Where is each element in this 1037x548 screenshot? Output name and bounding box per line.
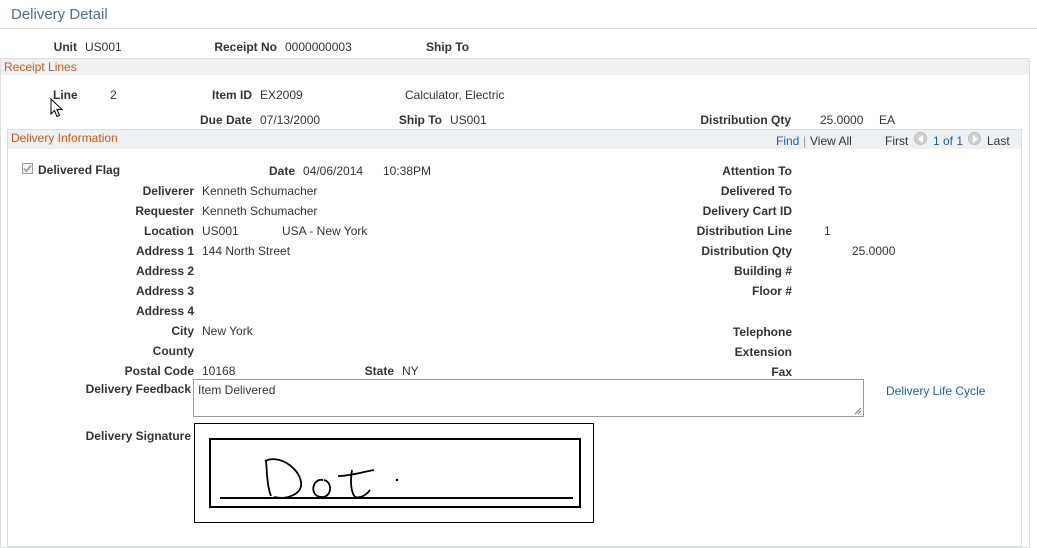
line-value: 2 [110, 88, 117, 102]
address2-label: Address 2 [135, 264, 194, 278]
address4-label: Address 4 [135, 304, 194, 318]
delivery-feedback-label: Delivery Feedback [85, 382, 191, 396]
delivered-flag-checkbox[interactable] [22, 163, 33, 174]
telephone-label: Telephone [732, 325, 792, 339]
delivery-info-header: Delivery Information [8, 130, 1021, 149]
title-divider [0, 28, 1037, 29]
ship-to-label: Ship To [426, 40, 470, 54]
item-id-value: EX2009 [260, 88, 303, 102]
first-link[interactable]: First [885, 134, 908, 148]
receipt-no-value: 0000000003 [285, 40, 352, 54]
postal-code-label: Postal Code [124, 364, 194, 378]
uom-value: EA [879, 113, 896, 127]
checkmark-icon [23, 164, 32, 173]
date-label: Date [268, 164, 295, 178]
delivery-cart-id-label: Delivery Cart ID [702, 204, 792, 218]
previous-arrow-icon[interactable] [914, 132, 927, 145]
last-link[interactable]: Last [987, 134, 1010, 148]
county-label: County [152, 344, 194, 358]
receipt-no-label: Receipt No [214, 40, 277, 54]
deliverer-value: Kenneth Schumacher [202, 184, 318, 198]
location-description: USA - New York [282, 224, 368, 238]
city-value: New York [202, 324, 253, 338]
page-title: Delivery Detail [11, 6, 108, 23]
state-label: State [364, 364, 394, 378]
due-date-label: Due Date [199, 113, 252, 127]
unit-value: US001 [85, 40, 122, 54]
delivery-signature-label: Delivery Signature [85, 429, 191, 443]
requester-label: Requester [135, 204, 194, 218]
next-arrow-icon[interactable] [968, 132, 981, 145]
address1-value: 144 North Street [202, 244, 291, 258]
distribution-qty-label: Distribution Qty [701, 244, 792, 258]
item-description: Calculator, Electric [405, 88, 505, 102]
building-label: Building # [734, 264, 792, 278]
city-label: City [171, 324, 194, 338]
mouse-cursor-icon [50, 98, 64, 118]
time-value: 10:38PM [383, 164, 432, 178]
unit-label: Unit [53, 40, 77, 54]
line-distribution-qty-value: 25.0000 [820, 113, 864, 127]
line-ship-to-value: US001 [450, 113, 487, 127]
state-value: NY [402, 364, 419, 378]
date-value: 04/06/2014 [303, 164, 364, 178]
delivery-life-cycle-link[interactable]: Delivery Life Cycle [886, 384, 985, 398]
delivered-flag-label: Delivered Flag [38, 163, 121, 177]
address1-label: Address 1 [135, 244, 194, 258]
receipt-lines-header: Receipt Lines [1, 59, 1029, 75]
row-counter: 1 of 1 [933, 134, 964, 148]
distribution-line-label: Distribution Line [696, 224, 792, 238]
item-id-label: Item ID [211, 88, 252, 102]
due-date-value: 07/13/2000 [260, 113, 321, 127]
requester-value: Kenneth Schumacher [202, 204, 318, 218]
delivery-feedback-text: Item Delivered [198, 383, 276, 397]
delivered-to-label: Delivered To [720, 184, 792, 198]
line-ship-to-label: Ship To [398, 113, 442, 127]
distribution-line-value: 1 [824, 224, 831, 238]
resize-grip-icon[interactable] [854, 407, 862, 415]
attention-to-label: Attention To [722, 164, 792, 178]
view-all-link[interactable]: View All [810, 134, 852, 148]
postal-code-value: 10168 [202, 364, 236, 378]
floor-label: Floor # [751, 284, 792, 298]
find-link[interactable]: Find [776, 134, 799, 148]
nav-separator: | [803, 134, 807, 148]
line-distribution-qty-label: Distribution Qty [700, 113, 791, 127]
location-label: Location [144, 224, 194, 238]
distribution-qty-value: 25.0000 [852, 244, 896, 258]
address3-label: Address 3 [135, 284, 194, 298]
fax-label: Fax [771, 365, 792, 379]
delivery-feedback-field[interactable]: Item Delivered [193, 379, 864, 417]
signature-image [194, 423, 594, 523]
extension-label: Extension [734, 345, 792, 359]
location-value: US001 [202, 224, 239, 238]
signature-drawing [220, 458, 573, 499]
deliverer-label: Deliverer [142, 184, 194, 198]
